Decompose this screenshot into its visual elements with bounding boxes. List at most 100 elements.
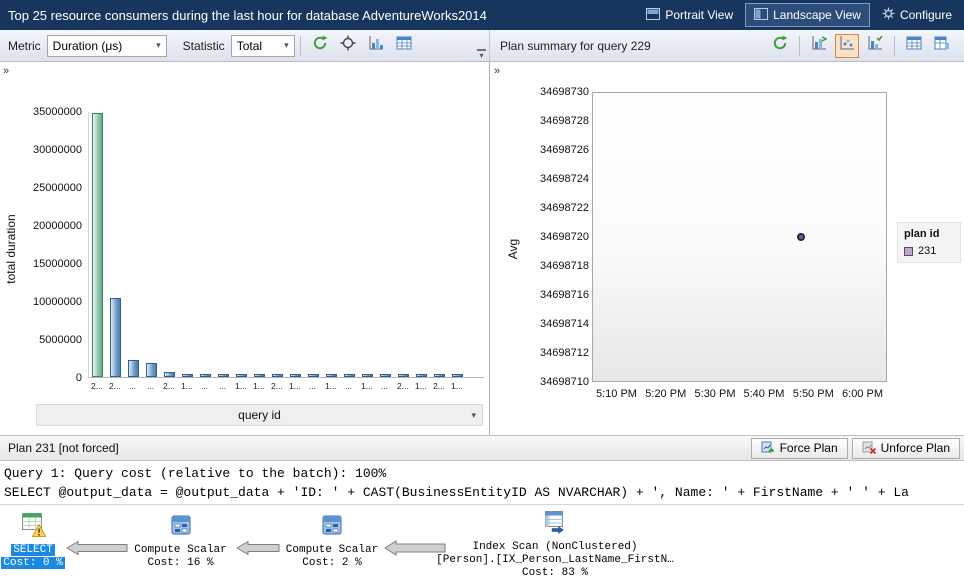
plan-summary-toolbar xyxy=(766,33,956,58)
y-tick-label: 35000000 xyxy=(33,106,82,118)
query-bar[interactable] xyxy=(344,374,355,377)
view-chart-button[interactable] xyxy=(364,34,388,58)
y-tick-label: 10000000 xyxy=(33,296,82,308)
query-bar[interactable] xyxy=(308,374,319,377)
unforce-plan-button[interactable]: Unforce Plan xyxy=(851,437,960,459)
x-tick-label: 5:10 PM xyxy=(596,388,637,400)
crosshair-icon xyxy=(340,35,356,56)
extra-view-button[interactable] xyxy=(930,34,954,58)
y-tick-label: 34698726 xyxy=(540,144,589,156)
query-bar[interactable] xyxy=(200,374,211,377)
report-title-bar: Top 25 resource consumers during the las… xyxy=(0,0,964,30)
refresh-button[interactable] xyxy=(308,34,332,58)
x-tick-label: 2... xyxy=(163,381,175,391)
x-axis-selector[interactable]: query id ▾ xyxy=(36,404,483,426)
x-tick-label: 5:20 PM xyxy=(645,388,687,400)
force-plan-button[interactable]: Force Plan xyxy=(750,437,848,459)
x-tick-label: ... xyxy=(308,381,317,391)
plan-arrow[interactable] xyxy=(236,537,280,559)
x-tick-label: 5:50 PM xyxy=(792,388,834,400)
report-title: Top 25 resource consumers during the las… xyxy=(8,7,487,23)
y-tick-label: 34698720 xyxy=(540,231,589,243)
view-grid-button[interactable] xyxy=(392,34,416,58)
scatter-xticks: 5:10 PM 5:20 PM 5:30 PM 5:40 PM 5:50 PM 6:00 … xyxy=(592,388,887,402)
y-tick-label: 25000000 xyxy=(33,182,82,194)
query-bar[interactable] xyxy=(452,374,463,377)
index-scan-operator[interactable]: Index Scan (NonClustered) [Person].[IX_P… xyxy=(412,508,698,577)
refresh-plan-summary-button[interactable] xyxy=(768,34,792,58)
query-bar[interactable] xyxy=(326,374,337,377)
plan-summary-chart-icon xyxy=(839,35,855,56)
x-tick-label: 1... xyxy=(325,381,337,391)
compute-scalar-operator[interactable]: Compute Scalar Cost: 2 % xyxy=(282,513,382,570)
x-tick-label: ... xyxy=(200,381,209,391)
x-tick-label: 1... xyxy=(235,381,247,391)
charts-area: » total duration 35000000 30000000 2500000… xyxy=(0,62,964,435)
toolbar-left: Metric Duration (μs) ▾ Statistic Total ▾ xyxy=(0,30,490,61)
landscape-view-label: Landscape View xyxy=(773,8,861,22)
query-bar-chart-panel: » total duration 35000000 30000000 2500000… xyxy=(0,62,490,435)
query-bar[interactable] xyxy=(164,372,175,377)
grid-icon xyxy=(906,35,922,56)
toolbar: Metric Duration (μs) ▾ Statistic Total ▾ xyxy=(0,30,964,62)
y-tick-label: 34698710 xyxy=(540,376,589,388)
query-sql-line: SELECT @output_data = @output_data + 'ID… xyxy=(4,485,909,500)
plan-arrow[interactable] xyxy=(66,537,128,559)
y-axis-title: total duration xyxy=(4,213,18,284)
collapse-panel-icon[interactable]: » xyxy=(3,65,9,77)
force-plan-label: Force Plan xyxy=(779,441,838,455)
plan-grid-view-button[interactable] xyxy=(902,34,926,58)
query-bar[interactable] xyxy=(254,374,265,377)
plan-data-point[interactable] xyxy=(797,233,806,241)
operator-name: Compute Scalar xyxy=(134,544,227,556)
legend-item[interactable]: 231 xyxy=(904,245,954,257)
compare-plans-button[interactable] xyxy=(807,34,831,58)
metric-value: Duration (μs) xyxy=(52,38,123,53)
query-bar[interactable] xyxy=(218,374,229,377)
statistic-select[interactable]: Total ▾ xyxy=(230,34,295,57)
compute-scalar-icon xyxy=(320,513,344,542)
chevron-down-icon: ▾ xyxy=(156,40,161,50)
toolbar-separator xyxy=(799,35,800,56)
y-tick-label: 34698718 xyxy=(540,260,589,272)
track-query-button[interactable] xyxy=(336,34,360,58)
plan-summary-chart-button[interactable] xyxy=(835,33,859,58)
forced-plans-button[interactable] xyxy=(863,34,887,58)
refresh-icon xyxy=(312,35,328,56)
metric-select[interactable]: Duration (μs) ▾ xyxy=(46,34,167,57)
force-plan-icon xyxy=(761,440,775,457)
toolbar-overflow-button[interactable]: ▾ xyxy=(477,49,486,60)
query-bar[interactable] xyxy=(146,363,157,377)
query-bar[interactable] xyxy=(398,374,409,377)
x-tick-label: 1... xyxy=(253,381,265,391)
query-bar[interactable] xyxy=(290,374,301,377)
statistic-value: Total xyxy=(236,38,263,53)
query-bar[interactable] xyxy=(380,374,391,377)
operator-object: [Person].[IX_Person_LastName_FirstN… xyxy=(436,554,674,566)
x-tick-label: 2... xyxy=(91,381,103,391)
landscape-view-button[interactable]: Landscape View xyxy=(745,3,870,27)
query-bar[interactable] xyxy=(128,360,139,377)
y-tick-label: 5000000 xyxy=(39,334,82,346)
query-bar[interactable] xyxy=(416,374,427,377)
query-bar[interactable] xyxy=(236,374,247,377)
query-bar[interactable] xyxy=(92,113,103,377)
chevron-down-icon: ▾ xyxy=(284,40,289,50)
grid-chart-icon xyxy=(934,35,950,56)
bar-chart-icon xyxy=(368,35,384,56)
query-bar[interactable] xyxy=(110,298,121,377)
compute-scalar-operator[interactable]: Compute Scalar Cost: 16 % xyxy=(128,513,233,570)
toolbar-separator xyxy=(894,35,895,56)
portrait-view-icon xyxy=(646,7,661,23)
collapse-panel-icon[interactable]: » xyxy=(494,65,500,77)
configure-button[interactable]: Configure xyxy=(873,3,961,27)
x-tick-label: ... xyxy=(218,381,227,391)
query-store-report: Top 25 resource consumers during the las… xyxy=(0,0,964,577)
x-tick-label: ... xyxy=(146,381,155,391)
query-bar[interactable] xyxy=(434,374,445,377)
query-bar[interactable] xyxy=(272,374,283,377)
select-operator[interactable]: SELECT Cost: 0 % xyxy=(1,511,65,570)
portrait-view-button[interactable]: Portrait View xyxy=(637,3,742,27)
query-bar[interactable] xyxy=(362,374,373,377)
query-bar[interactable] xyxy=(182,374,193,377)
